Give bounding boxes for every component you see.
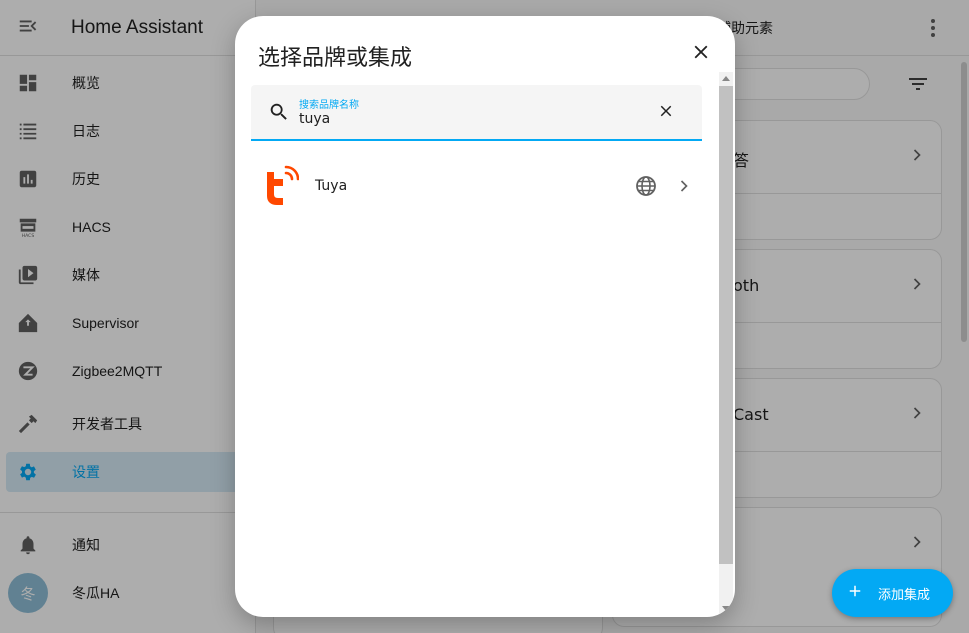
tuya-logo	[259, 164, 300, 208]
add-integration-label: 添加集成	[878, 587, 931, 603]
chevron-right-icon	[674, 176, 694, 200]
result-name: Tuya	[315, 178, 348, 194]
close-icon	[657, 102, 675, 124]
search-label: 搜索品牌名称	[299, 100, 359, 111]
globe-icon	[634, 174, 658, 202]
dialog-title: 选择品牌或集成	[258, 46, 413, 71]
scroll-down-arrow[interactable]	[722, 606, 730, 611]
choose-brand-dialog: 选择品牌或集成 搜索品牌名称 Tuya	[235, 16, 735, 617]
close-button[interactable]	[687, 40, 715, 68]
scrollbar-thumb[interactable]	[719, 86, 733, 564]
scroll-up-arrow[interactable]	[722, 76, 730, 81]
search-input[interactable]	[299, 111, 599, 127]
plus-icon	[846, 582, 864, 604]
search-icon	[268, 101, 290, 127]
add-integration-button[interactable]: 添加集成	[832, 569, 953, 617]
list-item[interactable]: Tuya	[251, 158, 702, 214]
clear-search-button[interactable]	[656, 103, 676, 123]
brand-search-field[interactable]: 搜索品牌名称	[251, 85, 702, 141]
dialog-scrollbar[interactable]	[719, 72, 733, 617]
close-icon	[690, 41, 712, 67]
